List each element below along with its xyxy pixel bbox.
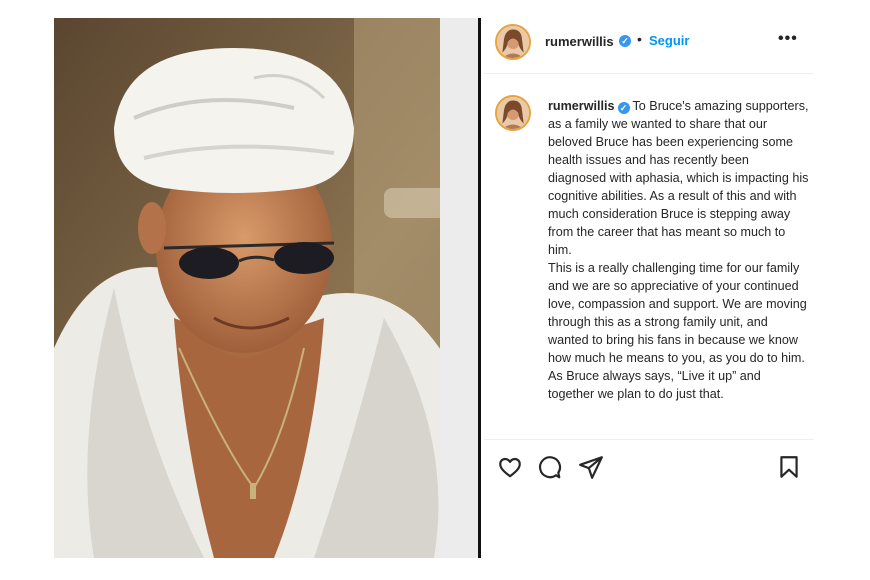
image-divider <box>478 18 481 558</box>
share-icon <box>579 456 603 479</box>
comment-button[interactable] <box>536 454 562 480</box>
post-username[interactable]: rumerwillis <box>545 34 614 49</box>
image-gutter <box>440 18 478 558</box>
bookmark-icon <box>780 456 798 478</box>
avatar-image <box>497 97 529 129</box>
comment-icon <box>539 456 562 479</box>
caption-paragraph-1: rumerwillis ✓ To Bruce's amazing supporter… <box>548 97 810 259</box>
share-button[interactable] <box>578 454 604 480</box>
heart-icon <box>499 457 521 478</box>
verified-badge-icon: ✓ <box>619 35 631 47</box>
profile-avatar[interactable] <box>495 24 531 60</box>
actions-divider <box>484 439 814 440</box>
caption-paragraph-3: As Bruce always says, “Live it up” and t… <box>548 369 761 401</box>
save-button[interactable] <box>776 454 802 480</box>
post-photo <box>54 18 478 558</box>
caption-username[interactable]: rumerwillis <box>548 99 615 113</box>
header-divider <box>484 73 814 74</box>
post-caption: rumerwillis ✓ To Bruce's amazing supporter… <box>548 97 810 403</box>
caption-text-1: To Bruce's amazing supporters, as a fami… <box>548 99 809 257</box>
verified-badge-icon: ✓ <box>617 102 630 114</box>
avatar-image <box>497 26 529 58</box>
post-photo-illustration <box>54 18 478 558</box>
header-separator: • <box>637 31 642 47</box>
like-button[interactable] <box>497 454 523 480</box>
follow-button[interactable]: Seguir <box>649 33 689 48</box>
caption-avatar[interactable] <box>495 95 531 131</box>
caption-paragraph-2: This is a really challenging time for ou… <box>548 261 807 365</box>
more-options-icon[interactable]: ••• <box>778 30 798 48</box>
